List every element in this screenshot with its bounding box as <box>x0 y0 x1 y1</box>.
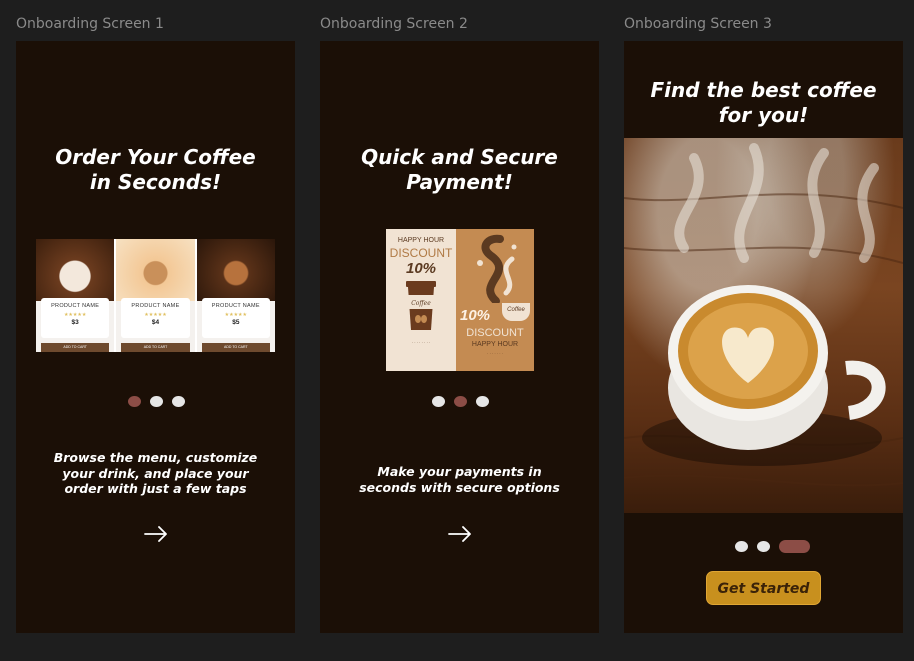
page-title: Find the best coffee for you! <box>624 78 903 128</box>
onboarding-screen-1: Order Your Coffee in Seconds! PRODUCT NA… <box>16 41 295 633</box>
coffee-cup-hero-image <box>624 138 903 513</box>
iced-coffee-image <box>116 239 195 301</box>
coffee-cup-image <box>36 239 115 301</box>
flyer-percent-right: 10% <box>460 307 491 324</box>
arrow-right-icon[interactable] <box>144 526 168 542</box>
description-line: Make your payments in <box>377 464 542 479</box>
rating-stars: ★★★★★ <box>224 312 248 318</box>
frame-label-screen-1: Onboarding Screen 1 <box>16 16 164 32</box>
page-dot-active <box>454 396 467 407</box>
product-name: PRODUCT NAME <box>131 303 180 309</box>
flyer-fine-print-right: · · · · · · · <box>487 351 503 356</box>
page-dot <box>735 541 748 552</box>
page-dot <box>150 396 163 407</box>
frappe-image <box>196 239 275 301</box>
frame-label-screen-3: Onboarding Screen 3 <box>624 16 772 32</box>
frame-label-screen-2: Onboarding Screen 2 <box>320 16 468 32</box>
description-line: your drink, and place your <box>62 465 249 481</box>
flyer-cup-tag: Coffee <box>502 303 530 321</box>
description-line: order with just a few taps <box>64 481 247 496</box>
page-indicator <box>432 396 489 407</box>
add-to-cart-button: ADD TO CART <box>41 343 110 352</box>
get-started-button[interactable]: Get Started <box>706 571 821 605</box>
add-to-cart-button: ADD TO CART <box>121 343 190 352</box>
flyer-right-panel: 10% Coffee DISCOUNT HAPPY HOUR · · · · ·… <box>456 229 534 371</box>
page-title: Quick and Secure Payment! <box>320 145 599 195</box>
rating-stars: ★★★★★ <box>144 312 167 318</box>
product-card: PRODUCT NAME ★★★★★ $3 ADD TO CART <box>36 239 115 352</box>
page-dot <box>432 396 445 407</box>
description-line: Browse the menu, customize <box>53 450 258 465</box>
title-line-1: Order Your Coffee <box>55 145 256 169</box>
page-indicator <box>735 540 810 553</box>
flyer-discount: DISCOUNT <box>389 246 453 260</box>
page-dot-active <box>128 396 141 407</box>
product-price: $5 <box>232 319 240 326</box>
product-cards-image: PRODUCT NAME ★★★★★ $3 ADD TO CART PRODUC… <box>36 239 275 352</box>
title-line-2: Payment! <box>406 170 513 194</box>
happy-hour-flyer-image: HAPPY HOUR DISCOUNT 10% Coffee · · · · ·… <box>386 229 534 371</box>
rating-stars: ★★★★★ <box>63 312 87 318</box>
title-line-2: for you! <box>718 103 809 127</box>
latte-cup-illustration <box>624 143 903 487</box>
page-dot <box>757 541 770 552</box>
onboarding-description: Browse the menu, customize your drink, a… <box>36 450 275 497</box>
flyer-left-panel: HAPPY HOUR DISCOUNT 10% Coffee · · · · ·… <box>386 229 456 371</box>
add-to-cart-button: ADD TO CART <box>201 343 270 352</box>
page-dot-active <box>779 540 810 553</box>
onboarding-screen-2: Quick and Secure Payment! HAPPY HOUR DIS… <box>320 41 599 633</box>
flyer-discount-right: DISCOUNT <box>466 327 524 339</box>
flyer-fine-print: · · · · · · · · <box>411 340 431 345</box>
flyer-percent: 10% <box>405 260 437 277</box>
flyer-heading: HAPPY HOUR <box>397 237 445 244</box>
flyer-heading-right: HAPPY HOUR <box>471 341 519 348</box>
product-card: PRODUCT NAME ★★★★★ $4 ADD TO CART <box>116 239 195 352</box>
arrow-right-icon[interactable] <box>448 526 472 542</box>
page-indicator <box>128 396 185 407</box>
page-dot <box>172 396 185 407</box>
description-line: seconds with secure options <box>359 479 560 495</box>
cup-label: Coffee <box>411 300 431 307</box>
product-price: $4 <box>151 319 160 326</box>
coffee-cup-icon: Coffee <box>406 281 436 330</box>
coffee-swirl-icon <box>477 234 517 303</box>
product-name: PRODUCT NAME <box>211 303 260 309</box>
onboarding-description: Make your payments in seconds with secur… <box>340 464 579 495</box>
title-line-2: in Seconds! <box>89 170 222 194</box>
title-line-1: Find the best coffee <box>650 78 877 102</box>
onboarding-screen-3: Find the best coffee for you! Get Starte… <box>624 41 903 633</box>
page-dot <box>476 396 489 407</box>
product-price: $3 <box>71 319 79 326</box>
page-title: Order Your Coffee in Seconds! <box>16 145 295 195</box>
product-card: PRODUCT NAME ★★★★★ $5 ADD TO CART <box>196 239 275 352</box>
title-line-1: Quick and Secure <box>361 145 558 169</box>
product-name: PRODUCT NAME <box>51 303 100 309</box>
